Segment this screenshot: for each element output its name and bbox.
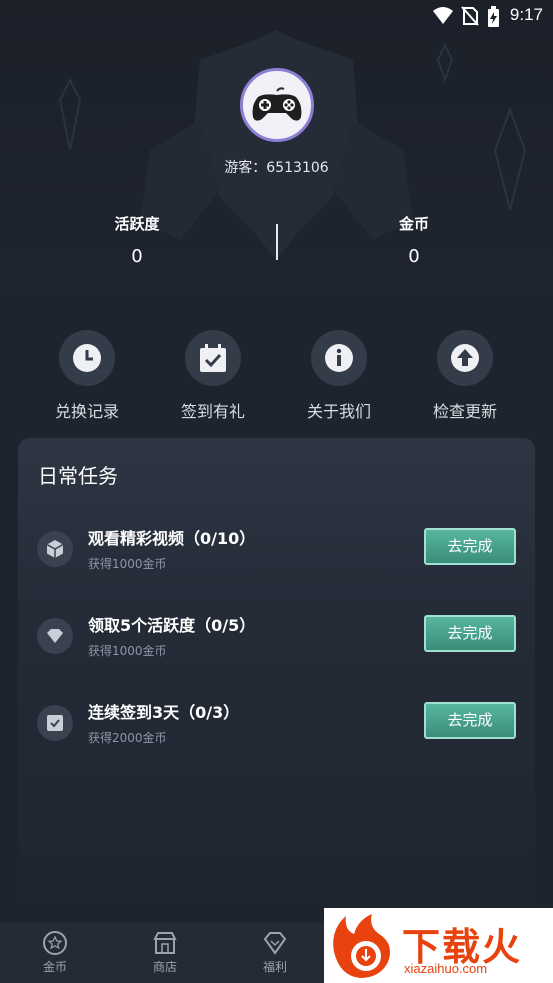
activity-stat: 活跃度 0 bbox=[77, 213, 197, 267]
quick-about-us-label: 关于我们 bbox=[306, 402, 371, 421]
task-title: 领取5个活跃度（0/5） bbox=[88, 616, 256, 635]
coins-value: 0 bbox=[408, 246, 420, 267]
info-icon bbox=[325, 344, 353, 372]
task-go-complete-button[interactable]: 去完成 bbox=[424, 702, 516, 739]
status-time: 9:17 bbox=[509, 5, 543, 24]
profile-header: 9:17 游客：6513106 活跃度 0 金币 0 bbox=[0, 0, 553, 290]
task-reward: 获得1000金币 bbox=[88, 644, 167, 658]
watermark-logo: 下载火 xiazaihuo.com bbox=[324, 908, 553, 983]
quick-exchange-records[interactable]: 兑换记录 bbox=[32, 330, 142, 422]
task-title: 观看精彩视频（0/10） bbox=[88, 529, 256, 548]
quick-actions: 兑换记录 签到有礼 关于我们 检查更新 bbox=[0, 330, 553, 430]
avatar[interactable] bbox=[240, 68, 314, 142]
quick-check-update[interactable]: 检查更新 bbox=[410, 330, 520, 422]
nav-shop-label: 商店 bbox=[152, 960, 177, 974]
gamepad-icon bbox=[252, 87, 302, 121]
no-sim-icon bbox=[461, 6, 479, 26]
nav-welfare-label: 福利 bbox=[262, 960, 287, 974]
wifi-icon bbox=[433, 7, 453, 24]
nav-shop[interactable]: 商店 bbox=[110, 922, 220, 983]
daily-tasks-title: 日常任务 bbox=[38, 464, 118, 488]
shop-icon bbox=[153, 932, 177, 954]
task-go-complete-button[interactable]: 去完成 bbox=[424, 615, 516, 652]
battery-charging-icon bbox=[488, 6, 499, 27]
flame-logo-icon bbox=[333, 914, 390, 978]
task-go-complete-button[interactable]: 去完成 bbox=[424, 528, 516, 565]
nav-coins-label: 金币 bbox=[42, 960, 67, 974]
arrow-up-icon bbox=[451, 344, 479, 372]
coins-stat: 金币 0 bbox=[354, 213, 474, 267]
gift-diamond-icon bbox=[263, 932, 287, 955]
task-item: 连续签到3天（0/3） 获得2000金币 去完成 bbox=[18, 699, 535, 759]
quick-checkin-gift[interactable]: 签到有礼 bbox=[158, 330, 268, 422]
calendar-check-icon bbox=[200, 344, 226, 372]
quick-about-us[interactable]: 关于我们 bbox=[284, 330, 394, 422]
watermark-sub-text: xiazaihuo.com bbox=[404, 961, 488, 976]
quick-checkin-gift-label: 签到有礼 bbox=[180, 402, 245, 421]
stat-divider bbox=[276, 224, 278, 260]
username: 游客：6513106 bbox=[224, 160, 329, 176]
checkbox-icon bbox=[47, 715, 63, 731]
task-title: 连续签到3天（0/3） bbox=[88, 703, 240, 722]
task-item: 观看精彩视频（0/10） 获得1000金币 去完成 bbox=[18, 525, 535, 585]
quick-check-update-label: 检查更新 bbox=[432, 402, 497, 421]
status-bar: 9:17 bbox=[0, 0, 553, 34]
coin-icon bbox=[43, 931, 67, 955]
nav-coins[interactable]: 金币 bbox=[0, 922, 110, 983]
coins-label: 金币 bbox=[398, 215, 429, 233]
nav-welfare[interactable]: 福利 bbox=[220, 922, 330, 983]
diamond-icon bbox=[47, 629, 63, 643]
task-reward: 获得1000金币 bbox=[88, 557, 167, 571]
task-reward: 获得2000金币 bbox=[88, 731, 167, 745]
quick-exchange-records-label: 兑换记录 bbox=[54, 402, 119, 421]
cube-icon bbox=[46, 540, 64, 558]
daily-tasks-card: 日常任务 观看精彩视频（0/10） 获得1000金币 去完成 领取5个活跃度（0… bbox=[18, 438, 535, 902]
activity-value: 0 bbox=[131, 246, 143, 267]
clock-icon bbox=[73, 344, 101, 372]
task-item: 领取5个活跃度（0/5） 获得1000金币 去完成 bbox=[18, 612, 535, 672]
activity-label: 活跃度 bbox=[114, 215, 160, 233]
